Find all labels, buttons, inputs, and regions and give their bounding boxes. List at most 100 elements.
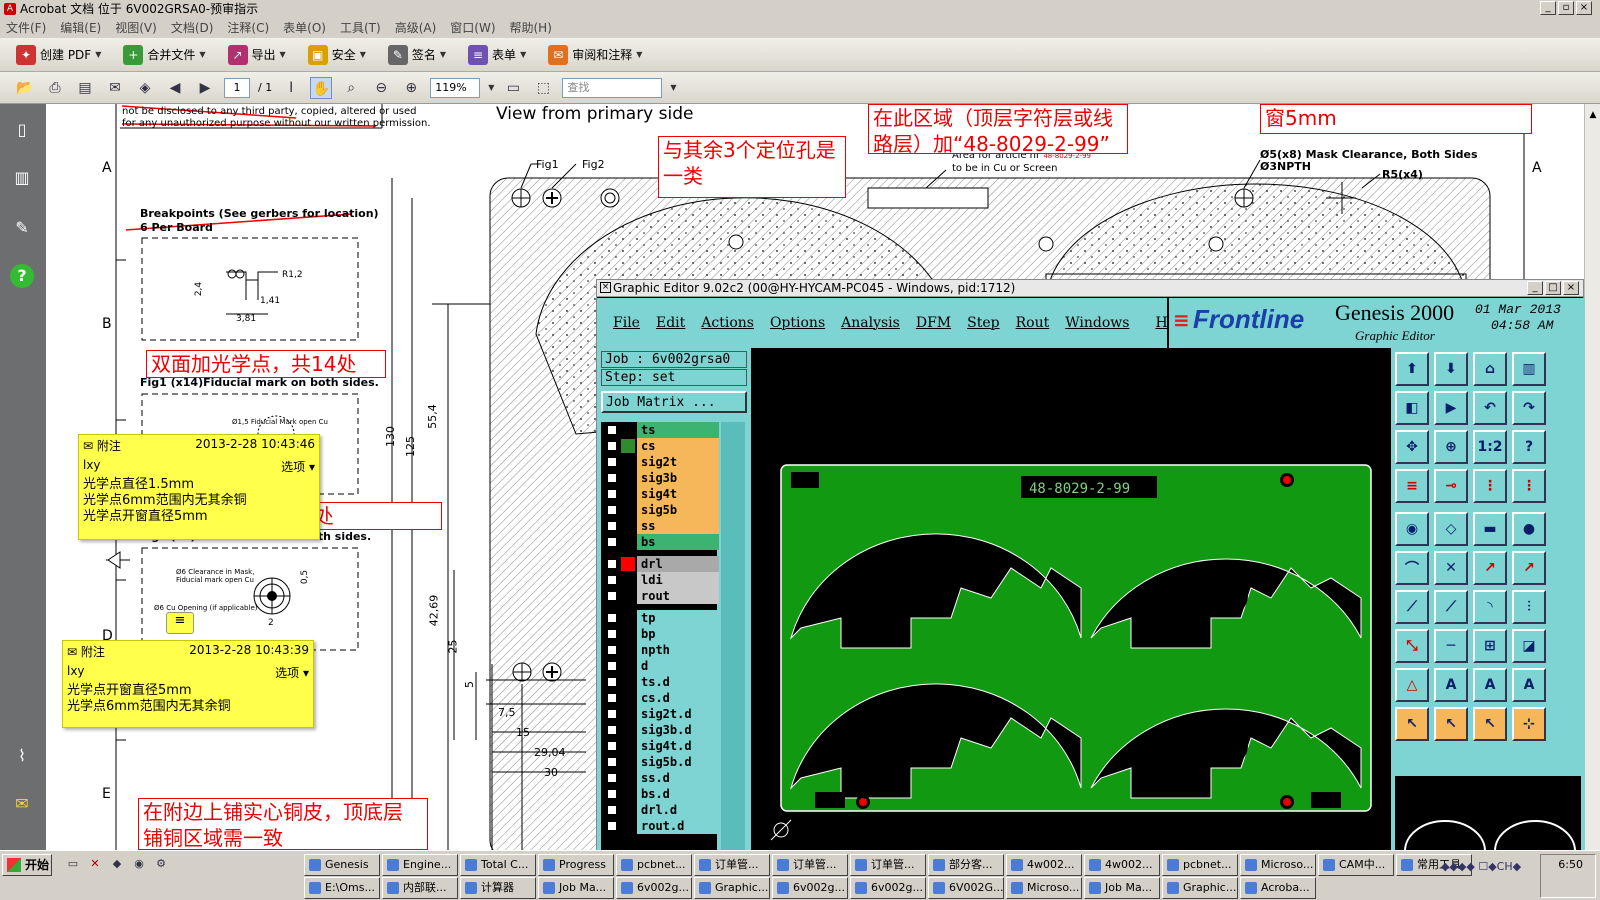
layer-row[interactable]: sig4t.d [605, 738, 721, 754]
help-icon[interactable]: ? [1512, 430, 1546, 464]
fit-width-icon[interactable]: ⬚ [532, 77, 554, 99]
genesis-menu-edit[interactable]: Edit [656, 315, 685, 331]
prev-page-icon[interactable]: ◀ [164, 77, 186, 99]
page-number-input[interactable]: 1 [224, 77, 250, 98]
genesis-menu-windows[interactable]: Windows [1065, 315, 1129, 331]
taskbar-button[interactable]: Microso... [1240, 854, 1316, 876]
menu-tools[interactable]: 工具(T) [340, 18, 381, 38]
layer-checkbox[interactable] [607, 505, 617, 515]
menu-window[interactable]: 窗口(W) [450, 18, 495, 38]
snap-icon[interactable]: ⊞ [1473, 629, 1507, 663]
layer-row[interactable]: sig2t.d [605, 706, 721, 722]
triangle-a-icon[interactable]: A [1434, 668, 1468, 702]
pointer-grid-icon[interactable]: ⊹ [1512, 707, 1546, 741]
layer-checkbox[interactable] [607, 521, 617, 531]
menu-comments[interactable]: 注释(C) [227, 18, 269, 38]
review-comment-button[interactable]: ✉ 审阅和注释 ▼ [542, 42, 648, 68]
minimize-button[interactable]: _ [1540, 1, 1556, 15]
layer-checkbox[interactable] [607, 559, 617, 569]
open-folder-icon[interactable]: 📂 [14, 77, 36, 99]
genesis-maximize-button[interactable]: □ [1545, 281, 1561, 295]
open-step-icon[interactable]: ⬆ [1395, 352, 1429, 386]
create-pdf-button[interactable]: ✦ 创建 PDF ▼ [10, 42, 107, 68]
split-icon[interactable]: ⫶ [1512, 590, 1546, 624]
genesis-menu-actions[interactable]: Actions [701, 315, 754, 331]
genesis-menu-rout[interactable]: Rout [1016, 315, 1050, 331]
undo-icon[interactable]: ↶ [1473, 391, 1507, 425]
taskbar-button[interactable]: Job Ma... [1084, 877, 1160, 899]
layer-row[interactable]: rout [605, 588, 721, 604]
layer-row[interactable]: ts [605, 422, 721, 438]
layer-checkbox[interactable] [607, 457, 617, 467]
menu-edit[interactable]: 编辑(E) [60, 18, 101, 38]
layer-checkbox[interactable] [607, 629, 617, 639]
line-icon[interactable]: ⟋ [1395, 590, 1429, 624]
pointer-orange-icon[interactable]: ↖ [1434, 707, 1468, 741]
find-input[interactable]: 查找 [562, 77, 663, 98]
menu-document[interactable]: 文档(D) [171, 18, 214, 38]
taskbar-button[interactable]: 订单管... [772, 854, 848, 876]
layer-checkbox[interactable] [607, 537, 617, 547]
quick-launch-x-icon[interactable]: ✕ [86, 855, 104, 873]
layer-row[interactable]: sig4t [605, 486, 721, 502]
quick-launch-app-icon[interactable]: ◉ [130, 855, 148, 873]
cross-icon[interactable]: ✕ [1434, 551, 1468, 585]
pad-icon[interactable]: ◉ [1395, 512, 1429, 546]
layer-row[interactable]: ts.d [605, 674, 721, 690]
layer-red-alt-icon[interactable]: ⋮ [1512, 469, 1546, 503]
menu-view[interactable]: 视图(V) [115, 18, 157, 38]
layer-row[interactable]: rout.d [605, 818, 721, 834]
layer-checkbox[interactable] [607, 725, 617, 735]
pick-red-alt-icon[interactable]: ↗ [1512, 551, 1546, 585]
window-icon[interactable]: ▥ [1512, 352, 1546, 386]
close-button[interactable]: × [1576, 1, 1592, 15]
scale-1-2-icon[interactable]: 1:2 [1473, 430, 1507, 464]
dash-icon[interactable]: ─ [1434, 629, 1468, 663]
zoom-level-input[interactable]: 119% [430, 77, 481, 98]
help-icon[interactable]: ? [10, 264, 34, 288]
print-icon[interactable]: ⎙ [44, 77, 66, 99]
layer-row[interactable]: tp [605, 610, 721, 626]
layer-checkbox[interactable] [607, 575, 617, 585]
hand-tool-icon[interactable]: ✋ [310, 76, 333, 99]
email-icon[interactable]: ✉ [104, 77, 126, 99]
taskbar-button[interactable]: 订单管... [850, 854, 926, 876]
layer-checkbox[interactable] [607, 645, 617, 655]
layer-checkbox[interactable] [607, 821, 617, 831]
triangle-c-icon[interactable]: A [1512, 668, 1546, 702]
layer-row[interactable]: sig2t [605, 454, 721, 470]
shape-icon[interactable]: ◇ [1434, 512, 1468, 546]
taskbar-button[interactable]: 内部联... [382, 877, 458, 899]
genesis-menu-file[interactable]: File [613, 315, 640, 331]
taskbar-button[interactable]: CAM中... [1318, 854, 1394, 876]
layer-checkbox[interactable] [607, 661, 617, 671]
layer-row[interactable]: drl [605, 556, 721, 572]
genesis-minimize-button[interactable]: _ [1527, 281, 1543, 295]
layer-row[interactable]: ldi [605, 572, 721, 588]
start-button[interactable]: 开始 [2, 854, 52, 876]
genesis-menu-options[interactable]: Options [770, 315, 825, 331]
layer-checkbox[interactable] [607, 489, 617, 499]
quick-launch-tool-icon[interactable]: ⚙ [152, 855, 170, 873]
layer-row[interactable]: npth [605, 642, 721, 658]
layer-checkbox[interactable] [607, 591, 617, 601]
signatures-icon[interactable]: ✎ [10, 216, 34, 240]
layer-checkbox[interactable] [607, 677, 617, 687]
layer-row[interactable]: bs.d [605, 786, 721, 802]
comment-note-1[interactable]: ✉ 附注 2013-2-28 10:43:46 lxy 选项 ▾ 光学点直径1.5m… [78, 434, 320, 540]
zoom-center-icon[interactable]: ⊕ [1434, 430, 1468, 464]
layer-checkbox[interactable] [607, 425, 617, 435]
attachments-icon[interactable]: ⌇ [10, 744, 34, 768]
export-button[interactable]: ↗ 导出 ▼ [222, 42, 292, 68]
pick-red-icon[interactable]: ↗ [1473, 551, 1507, 585]
taskbar-button[interactable]: 4w002... [1084, 854, 1160, 876]
combine-files-button[interactable]: + 合并文件 ▼ [117, 42, 211, 68]
taskbar-button[interactable]: 4w002... [1006, 854, 1082, 876]
taskbar-button[interactable]: Graphic... [1162, 877, 1238, 899]
taskbar-button[interactable]: 6v002g... [850, 877, 926, 899]
layer-row[interactable]: cs.d [605, 690, 721, 706]
layer-row[interactable]: sig5b [605, 502, 721, 518]
taskbar-button[interactable]: 6v002g... [616, 877, 692, 899]
select-text-icon[interactable]: I [280, 77, 302, 99]
taskbar-button[interactable]: Job Ma... [538, 877, 614, 899]
